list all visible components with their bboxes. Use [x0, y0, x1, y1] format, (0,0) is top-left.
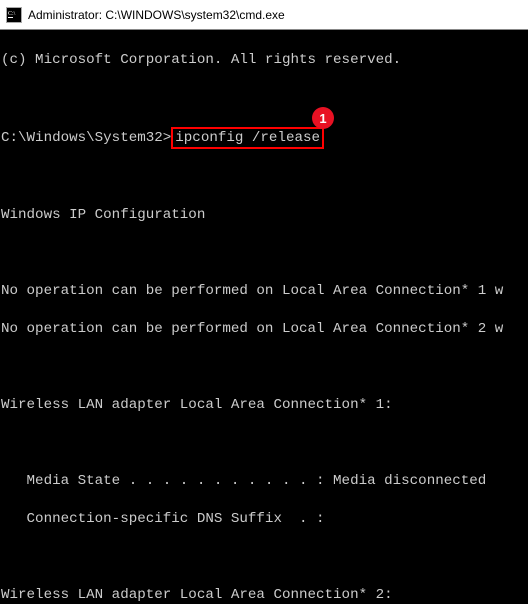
command-text: ipconfig /release	[175, 130, 320, 146]
copyright-line: (c) Microsoft Corporation. All rights re…	[1, 51, 528, 70]
dns-suffix-line: Connection-specific DNS Suffix . :	[1, 510, 528, 529]
noop-line: No operation can be performed on Local A…	[1, 282, 528, 301]
adapter-header: Wireless LAN adapter Local Area Connecti…	[1, 586, 528, 604]
terminal-output[interactable]: (c) Microsoft Corporation. All rights re…	[0, 30, 528, 604]
adapter-header: Wireless LAN adapter Local Area Connecti…	[1, 396, 528, 415]
noop-line: No operation can be performed on Local A…	[1, 320, 528, 339]
prompt-prefix: C:\Windows\System32>	[1, 130, 171, 146]
blank-line	[1, 244, 528, 263]
media-state-line: Media State . . . . . . . . . . . : Medi…	[1, 472, 528, 491]
prompt-line-1: C:\Windows\System32>ipconfig /release1	[1, 127, 528, 149]
cmd-icon: C:\	[6, 7, 22, 23]
blank-line	[1, 434, 528, 453]
blank-line	[1, 168, 528, 187]
window-titlebar: C:\ Administrator: C:\WINDOWS\system32\c…	[0, 0, 528, 30]
blank-line	[1, 89, 528, 108]
blank-line	[1, 358, 528, 377]
callout-badge-1: 1	[312, 107, 334, 129]
blank-line	[1, 548, 528, 567]
command-highlight-1: ipconfig /release1	[171, 127, 324, 149]
svg-text:C:\: C:\	[8, 11, 16, 17]
ipconfig-header: Windows IP Configuration	[1, 206, 528, 225]
window-title: Administrator: C:\WINDOWS\system32\cmd.e…	[28, 8, 285, 22]
